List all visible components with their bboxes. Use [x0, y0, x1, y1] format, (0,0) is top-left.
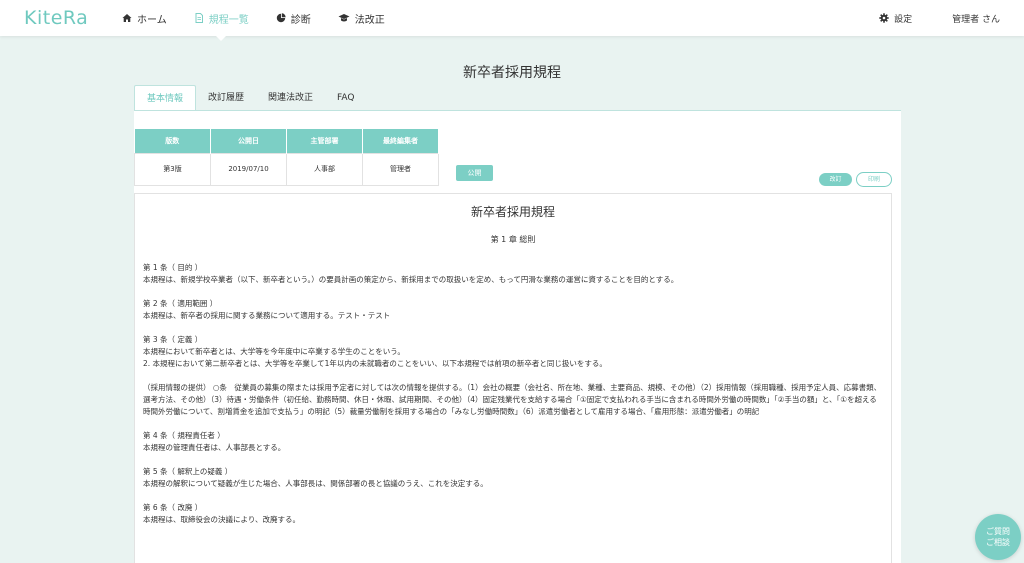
- tab-basic-info[interactable]: 基本情報: [134, 85, 197, 111]
- header-department: 主管部署: [286, 129, 363, 153]
- document-icon: [195, 13, 203, 23]
- nav-law-revision[interactable]: 法改正: [338, 0, 385, 36]
- chat-label-line1: ご質問: [986, 527, 1010, 536]
- article-4: 第 4 条（ 規程責任者 ） 本規程の管理責任者は、人事部長とする。: [143, 430, 883, 454]
- header-last-editor: 最終編集者: [362, 129, 439, 153]
- article-heading: 第 2 条（ 適用範囲 ）: [143, 299, 218, 308]
- header-publish-date: 公開日: [210, 129, 287, 153]
- article-heading: 第 5 条（ 解釈上の疑義 ）: [143, 467, 233, 476]
- nav-diagnosis-label: 診断: [290, 14, 311, 26]
- article-text: 本規程の管理責任者は、人事部長とする。: [143, 443, 286, 452]
- article-text: 本規程において新卒者とは、大学等を今年度中に卒業する学生のことをいう。: [143, 347, 405, 356]
- article-text: 本規程は、取締役会の決議により、改廃する。: [143, 515, 301, 524]
- info-table-header-row: 版数 公開日 主管部署 最終編集者: [134, 129, 439, 153]
- chat-support-button[interactable]: ご質問 ご相談: [975, 514, 1021, 560]
- table-row: 第3版 2019/07/10 人事部 管理者: [134, 152, 439, 186]
- content-panel: 版数 公開日 主管部署 最終編集者 第3版 2019/07/10 人事部 管理者…: [134, 111, 901, 563]
- nav-home[interactable]: ホーム: [122, 0, 167, 36]
- cell-department: 人事部: [286, 152, 363, 186]
- settings-link[interactable]: 設定: [879, 12, 912, 25]
- home-icon: [122, 14, 132, 22]
- cell-publish-date: 2019/07/10: [210, 152, 287, 186]
- article-1: 第 1 条（ 目的 ） 本規程は、新規学校卒業者（以下、新卒者という。）の要員計…: [143, 262, 883, 286]
- nav-right: 設定 管理者 さん: [879, 0, 1024, 36]
- settings-label: 設定: [894, 14, 913, 25]
- article-3: 第 3 条（ 定義 ） 本規程において新卒者とは、大学等を今年度中に卒業する学生…: [143, 334, 883, 370]
- nav-regulations-label: 規程一覧: [208, 14, 249, 26]
- nav-regulations[interactable]: 規程一覧: [194, 0, 249, 41]
- print-button[interactable]: 印刷: [856, 172, 892, 187]
- article-6: 第 6 条（ 改廃 ） 本規程は、取締役会の決議により、改廃する。: [143, 502, 883, 526]
- revise-button[interactable]: 改訂: [819, 173, 852, 186]
- article-5: 第 5 条（ 解釈上の疑義 ） 本規程の解釈について疑義が生じた場合、人事部長は…: [143, 466, 883, 490]
- article-info-provision: （採用情報の提供） ○条 従業員の募集の際または採用予定者に対しては次の情報を提…: [143, 382, 883, 418]
- article-2: 第 2 条（ 適用範囲 ） 本規程は、新卒者の採用に関する業務について適用する。…: [143, 298, 883, 322]
- pie-chart-icon: [276, 13, 286, 23]
- chat-label-line2: ご相談: [986, 538, 1010, 547]
- info-table: 版数 公開日 主管部署 最終編集者 第3版 2019/07/10 人事部 管理者: [134, 129, 439, 186]
- article-text: （採用情報の提供） ○条 従業員の募集の際または採用予定者に対しては次の情報を提…: [143, 383, 882, 416]
- page-title: 新卒者採用規程: [463, 65, 561, 81]
- article-heading: 第 6 条（ 改廃 ）: [143, 503, 203, 512]
- cell-version: 第3版: [134, 152, 211, 186]
- nav-home-label: ホーム: [137, 14, 167, 26]
- article-text: 2. 本規程において第二新卒者とは、大学等を卒業して1年以内の未就職者のことをい…: [143, 359, 607, 368]
- header-version: 版数: [134, 129, 211, 153]
- nav-law-revision-label: 法改正: [354, 14, 385, 26]
- article-heading: 第 1 条（ 目的 ）: [143, 263, 203, 272]
- user-menu[interactable]: 管理者 さん: [952, 12, 1000, 25]
- top-navigation-bar: KiteRa ホーム 規程一覧 診断 法改正 設定 管理者 さん: [0, 0, 1024, 41]
- tab-faq[interactable]: FAQ: [325, 85, 366, 111]
- nav-diagnosis[interactable]: 診断: [276, 0, 311, 36]
- tab-related-law[interactable]: 関連法改正: [256, 85, 325, 111]
- document-title: 新卒者採用規程: [470, 205, 555, 219]
- article-heading: 第 3 条（ 定義 ）: [143, 335, 203, 344]
- tab-bar: 基本情報 改訂履歴 関連法改正 FAQ: [134, 85, 366, 111]
- status-badge: 公開: [456, 165, 493, 181]
- article-heading: 第 4 条（ 規程責任者 ）: [143, 431, 225, 440]
- article-text: 本規程の解釈について疑義が生じた場合、人事部長は、関係部署の長と協議のうえ、これ…: [143, 479, 488, 488]
- document-body: 新卒者採用規程 第 1 章 総則 第 1 条（ 目的 ） 本規程は、新規学校卒業…: [134, 193, 892, 563]
- app-logo[interactable]: KiteRa: [24, 7, 88, 29]
- article-text: 本規程は、新卒者の採用に関する業務について適用する。テスト・テスト: [143, 311, 391, 320]
- main-nav: ホーム 規程一覧 診断 法改正: [122, 0, 412, 41]
- cell-last-editor: 管理者: [362, 152, 439, 186]
- graduation-cap-icon: [338, 14, 350, 22]
- article-text: 本規程は、新規学校卒業者（以下、新卒者という。）の要員計画の策定から、新採用まで…: [143, 275, 679, 284]
- chapter-heading: 第 1 章 総則: [490, 235, 536, 244]
- tab-revision-history[interactable]: 改訂履歴: [196, 85, 256, 111]
- gear-icon: [879, 13, 889, 23]
